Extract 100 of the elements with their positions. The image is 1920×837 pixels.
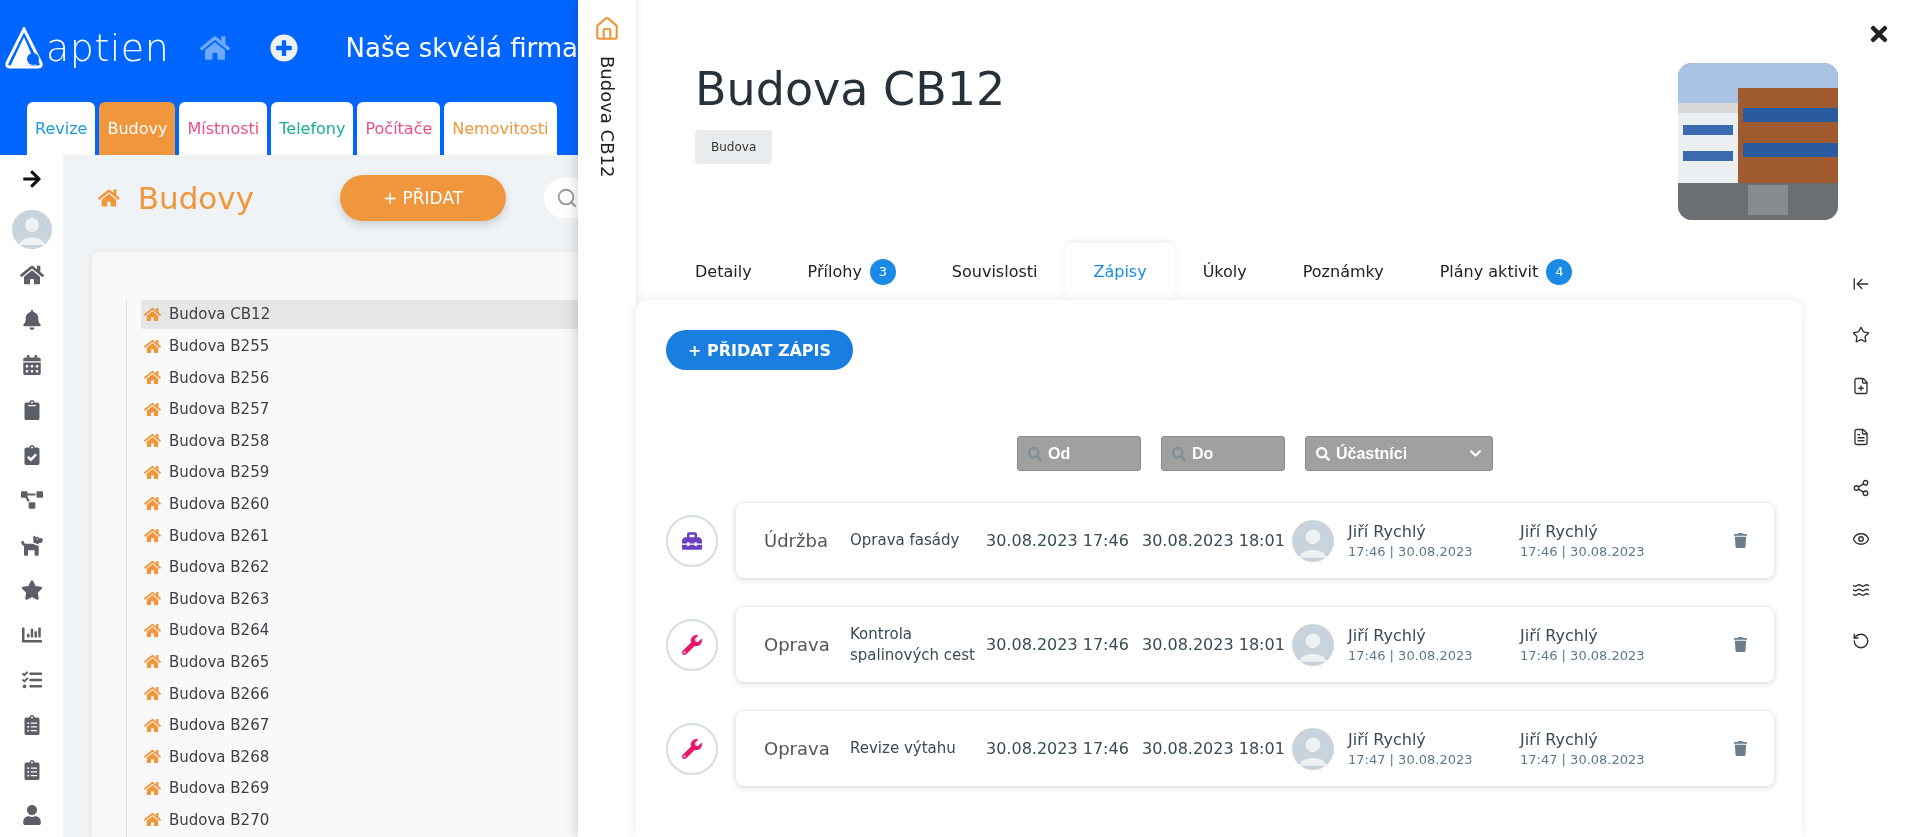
tree-item[interactable]: Budova B267 <box>141 710 578 740</box>
house-icon <box>144 432 161 450</box>
tree-item[interactable]: Budova B270 <box>141 805 578 835</box>
tab-label: Telefony <box>279 119 346 138</box>
record-type: Oprava <box>764 634 831 655</box>
tree-item[interactable]: Budova B257 <box>141 394 578 424</box>
tab-label: Počítače <box>365 119 433 138</box>
tree-item[interactable]: Budova B258 <box>141 426 578 456</box>
house-icon <box>144 811 161 829</box>
house-icon <box>144 685 161 703</box>
tree-item[interactable]: Budova B269 <box>141 773 578 803</box>
end-date: 30.08.2023 18:01 <box>1142 635 1286 654</box>
detail-tab[interactable]: Úkoly <box>1174 243 1275 300</box>
logo-text: aptien <box>46 26 170 70</box>
reload-icon[interactable] <box>1852 632 1870 650</box>
count-badge: 3 <box>869 258 896 285</box>
module-tab[interactable]: Počítače <box>357 102 441 155</box>
add-icon[interactable] <box>269 34 298 62</box>
avatar <box>1292 519 1334 562</box>
editor-name: Jiří Rychlý <box>1520 626 1599 645</box>
house-icon <box>144 400 161 418</box>
house-icon <box>144 305 161 323</box>
house-icon <box>144 621 161 639</box>
expand-icon[interactable] <box>21 169 42 190</box>
house-icon <box>144 558 161 576</box>
toolbox-icon <box>682 530 702 551</box>
page-title: Budovy <box>137 180 254 217</box>
house-icon <box>144 495 161 513</box>
search-icon <box>1028 446 1042 461</box>
tab-label: Revize <box>35 119 88 138</box>
detail-tab[interactable]: Poznámky <box>1274 243 1412 300</box>
wrench-icon <box>682 634 702 655</box>
module-tab[interactable]: Místnosti <box>179 102 268 155</box>
delete-button[interactable] <box>1733 741 1748 756</box>
house-icon <box>144 653 161 671</box>
tree-item[interactable]: Budova B256 <box>141 363 578 393</box>
created-time: 17:47 | 30.08.2023 <box>1348 752 1474 767</box>
house-icon <box>144 748 161 766</box>
tree-item[interactable]: Budova B260 <box>141 489 578 519</box>
detail-tab[interactable]: Zápisy <box>1065 243 1175 300</box>
author-name: Jiří Rychlý <box>1348 730 1427 749</box>
end-date: 30.08.2023 18:01 <box>1142 531 1286 550</box>
end-date: 30.08.2023 18:01 <box>1142 739 1286 758</box>
record-card[interactable]: Údržba Oprava fasády 30.08.2023 17:46 30.08.2023 18:01 Jiří Rychlý 17:46 | 30.08.2023 Jiří Rychlý 17:46 | 30.08.2023 <box>736 503 1774 578</box>
delete-button[interactable] <box>1733 637 1748 652</box>
house-icon <box>144 590 161 608</box>
eye-icon[interactable] <box>1852 530 1870 548</box>
tree-item[interactable]: Budova B261 <box>141 521 578 551</box>
editor-name: Jiří Rychlý <box>1520 522 1599 541</box>
tree-item[interactable]: Budova B266 <box>141 679 578 709</box>
record-title: Oprava fasády <box>850 530 961 551</box>
search-icon <box>1172 446 1186 461</box>
tree-item[interactable]: Budova B265 <box>141 647 578 677</box>
detail-tab[interactable]: Přílohy 3 <box>779 243 924 300</box>
tree-item[interactable]: Budova B262 <box>141 552 578 582</box>
tab-label: Nemovitosti <box>452 119 549 138</box>
star-icon[interactable] <box>1852 326 1870 344</box>
author-name: Jiří Rychlý <box>1348 522 1427 541</box>
created-time: 17:46 | 30.08.2023 <box>1348 648 1474 663</box>
chevron-icon <box>1469 447 1482 460</box>
house-icon <box>144 716 161 734</box>
created-time: 17:46 | 30.08.2023 <box>1348 544 1474 559</box>
house-icon <box>144 463 161 481</box>
avatar <box>11 209 52 249</box>
tree-item[interactable]: Budova CB12 <box>141 299 578 329</box>
updated-time: 17:46 | 30.08.2023 <box>1520 648 1646 663</box>
tree-item[interactable]: Budova B264 <box>141 615 578 645</box>
avatar <box>1292 623 1334 666</box>
type-tag: Budova <box>695 130 773 164</box>
detail-title: Budova CB12 <box>695 62 1006 116</box>
start-date: 30.08.2023 17:46 <box>986 739 1130 758</box>
tree-item[interactable]: Budova B263 <box>141 584 578 614</box>
count-badge: 4 <box>1546 258 1573 285</box>
start-date: 30.08.2023 17:46 <box>986 531 1130 550</box>
start-date: 30.08.2023 17:46 <box>986 635 1130 654</box>
wrench-icon <box>682 738 702 759</box>
record-card[interactable]: Oprava Revize výtahu 30.08.2023 17:46 30.08.2023 18:01 Jiří Rychlý 17:47 | 30.08.2023 Jiří Rychlý 17:47 | 30.08.2023 <box>736 711 1774 786</box>
collapse-icon[interactable] <box>1852 275 1870 293</box>
detail-tab[interactable]: Souvislosti <box>923 243 1066 300</box>
file-icon[interactable] <box>1852 428 1870 446</box>
tree-item[interactable]: Budova B268 <box>141 742 578 772</box>
tree-item[interactable]: Budova B255 <box>141 331 578 361</box>
avatar <box>1292 727 1334 770</box>
logo-icon <box>4 27 44 69</box>
company-name: Naše skvělá firma <box>345 33 578 63</box>
search-icon <box>556 187 578 210</box>
tree-item[interactable]: Budova B259 <box>141 457 578 487</box>
detail-tab[interactable]: Plány aktivit 4 <box>1411 243 1601 300</box>
file-plus-icon[interactable] <box>1852 377 1870 395</box>
delete-button[interactable] <box>1733 533 1748 548</box>
record-type: Údržba <box>764 530 829 551</box>
search-field[interactable] <box>544 178 578 219</box>
updated-time: 17:46 | 30.08.2023 <box>1520 544 1646 559</box>
house-icon <box>144 369 161 387</box>
house-icon <box>144 337 161 355</box>
share-icon[interactable] <box>1852 479 1870 497</box>
waves-icon[interactable] <box>1852 581 1870 599</box>
add-record-button[interactable]: + PŘIDAT ZÁPIS <box>666 330 854 370</box>
detail-tab[interactable]: Detaily <box>667 243 780 300</box>
house-icon <box>144 779 161 797</box>
